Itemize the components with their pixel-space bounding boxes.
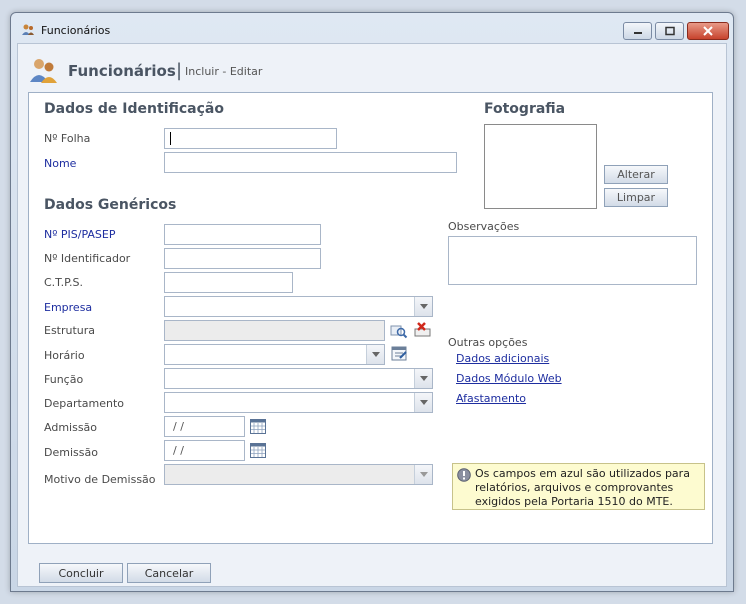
empresa-select[interactable] <box>164 296 433 317</box>
page-subtitle: Incluir - Editar <box>185 65 263 78</box>
empresa-label: Empresa <box>44 301 93 314</box>
estrutura-label: Estrutura <box>44 324 96 337</box>
minimize-icon <box>633 32 642 34</box>
nome-label: Nome <box>44 157 77 170</box>
pis-label: Nº PIS/PASEP <box>44 228 116 241</box>
schedule-edit-icon[interactable] <box>391 346 409 362</box>
funcao-label: Função <box>44 373 84 386</box>
dados-adicionais-link[interactable]: Dados adicionais <box>456 352 549 365</box>
chevron-down-icon <box>420 376 428 381</box>
pis-input[interactable] <box>164 224 321 245</box>
observacoes-textarea[interactable] <box>448 236 697 285</box>
page-title: Funcionários <box>68 62 176 80</box>
folha-input[interactable] <box>164 128 337 149</box>
close-button[interactable] <box>687 22 729 40</box>
horario-label: Horário <box>44 349 85 362</box>
departamento-dropdown-button[interactable] <box>414 393 432 412</box>
chevron-down-icon <box>420 400 428 405</box>
clear-structure-icon[interactable] <box>414 322 432 338</box>
concluir-button[interactable]: Concluir <box>39 563 123 583</box>
client-area: Funcionários | Incluir - Editar Dados de… <box>17 43 727 587</box>
departamento-label: Departamento <box>44 397 125 410</box>
chevron-down-icon <box>420 472 428 477</box>
empresa-dropdown-button[interactable] <box>414 297 432 316</box>
identificador-label: Nº Identificador <box>44 252 131 265</box>
funcao-select[interactable] <box>164 368 433 389</box>
nome-input[interactable] <box>164 152 457 173</box>
motivo-label: Motivo de Demissão <box>44 473 156 486</box>
admissao-input[interactable]: / / <box>164 416 245 437</box>
close-icon <box>703 26 713 36</box>
header-separator: | <box>176 60 183 81</box>
afastamento-link[interactable]: Afastamento <box>456 392 526 405</box>
chevron-down-icon <box>420 304 428 309</box>
info-notice: Os campos em azul são utilizados para re… <box>452 463 705 510</box>
section-fotografia: Fotografia <box>484 101 566 117</box>
maximize-icon <box>664 26 675 36</box>
identificador-input[interactable] <box>164 248 321 269</box>
departamento-select[interactable] <box>164 392 433 413</box>
section-genericos: Dados Genéricos <box>44 197 177 213</box>
window-title: Funcionários <box>41 24 111 37</box>
funcionarios-window: Funcionários Funcionários | Incluir - Ed… <box>10 12 734 592</box>
motivo-dropdown-button <box>414 465 432 484</box>
chevron-down-icon <box>372 352 380 357</box>
employees-icon <box>30 59 57 83</box>
horario-select[interactable] <box>164 344 385 365</box>
folha-label: Nº Folha <box>44 132 91 145</box>
search-structure-icon[interactable] <box>390 323 408 339</box>
title-bar[interactable]: Funcionários <box>11 13 733 43</box>
photo-box <box>484 124 597 209</box>
observacoes-label: Observações <box>448 220 520 233</box>
maximize-button[interactable] <box>655 22 684 40</box>
alterar-button[interactable]: Alterar <box>604 165 668 184</box>
outras-opcoes-label: Outras opções <box>448 336 528 349</box>
info-text: Os campos em azul são utilizados para re… <box>475 467 690 508</box>
users-icon <box>22 24 34 35</box>
section-identificacao: Dados de Identificação <box>44 101 224 117</box>
demissao-label: Demissão <box>44 446 98 459</box>
text-caret <box>170 132 171 145</box>
form-panel: Dados de Identificação Fotografia Nº Fol… <box>28 92 713 544</box>
demissao-value: / / <box>173 444 184 457</box>
admissao-value: / / <box>173 420 184 433</box>
demissao-input[interactable]: / / <box>164 440 245 461</box>
ctps-input[interactable] <box>164 272 293 293</box>
motivo-select <box>164 464 433 485</box>
minimize-button[interactable] <box>623 22 652 40</box>
horario-dropdown-button[interactable] <box>366 345 384 364</box>
calendar-icon[interactable] <box>250 443 266 458</box>
estrutura-input <box>164 320 385 341</box>
calendar-icon[interactable] <box>250 419 266 434</box>
ctps-label: C.T.P.S. <box>44 276 83 289</box>
cancelar-button[interactable]: Cancelar <box>127 563 211 583</box>
dados-modulo-web-link[interactable]: Dados Módulo Web <box>456 372 562 385</box>
info-icon <box>457 468 471 482</box>
admissao-label: Admissão <box>44 421 98 434</box>
funcao-dropdown-button[interactable] <box>414 369 432 388</box>
limpar-button[interactable]: Limpar <box>604 188 668 207</box>
